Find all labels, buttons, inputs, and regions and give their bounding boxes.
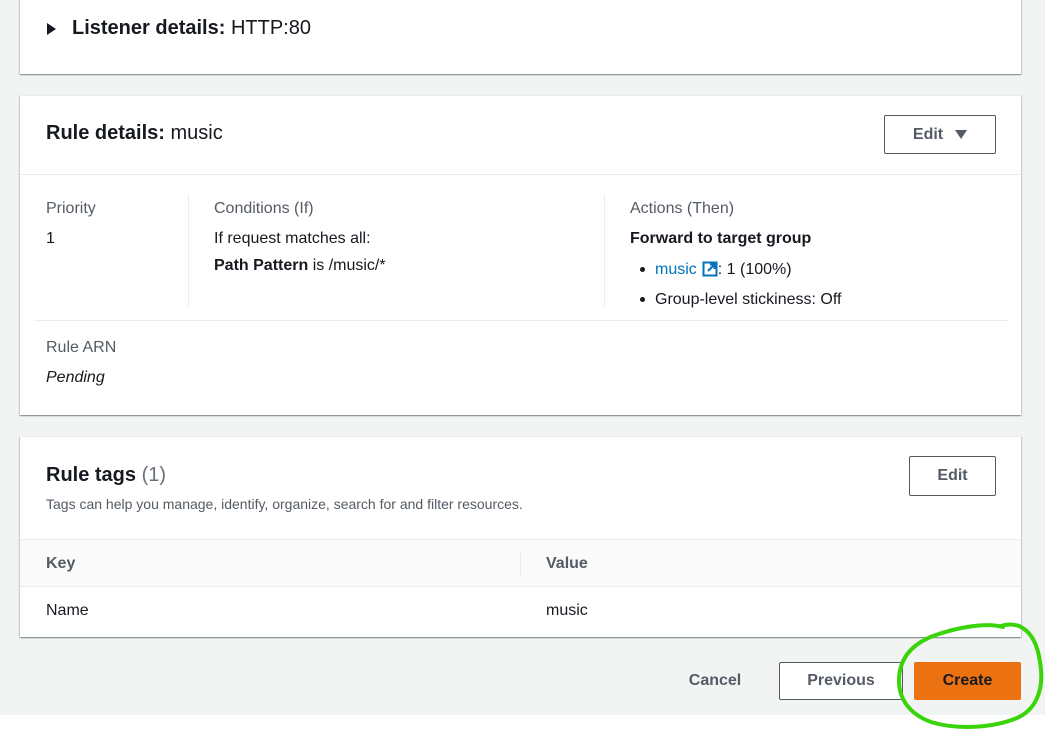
listener-details-label: Listener details:: [72, 17, 226, 39]
column-divider: [188, 194, 189, 306]
tag-key: Name: [46, 602, 89, 619]
listener-details-toggle[interactable]: Listener details: HTTP:80: [47, 17, 311, 40]
caret-down-icon: [955, 130, 968, 139]
tags-description: Tags can help you manage, identify, orga…: [46, 496, 523, 512]
rule-details-title: Rule details: music: [46, 122, 223, 145]
rule-edit-label: Edit: [912, 125, 944, 143]
target-weight: : 1 (100%): [717, 261, 792, 278]
list-item: music : 1 (100%): [630, 256, 841, 286]
rule-details-panel: Rule details: music Edit Priority 1 Cond…: [20, 95, 1021, 415]
conditions-label: Conditions (If): [214, 200, 314, 217]
external-link-icon[interactable]: [702, 259, 718, 286]
actions-list: music : 1 (100%) Group-level stickiness: …: [630, 256, 841, 313]
condition-key: Path Pattern: [214, 257, 309, 274]
rule-arn-value: Pending: [46, 369, 105, 386]
tag-value: music: [546, 602, 588, 619]
listener-details-panel: Listener details: HTTP:80: [20, 0, 1021, 74]
header-divider: [20, 174, 1021, 175]
column-header-value: Value: [546, 555, 588, 572]
rule-edit-dropdown-button[interactable]: Edit: [884, 115, 996, 154]
cancel-button[interactable]: Cancel: [672, 662, 758, 700]
rule-tags-label: Rule tags: [46, 464, 137, 486]
actions-title: Forward to target group: [630, 230, 812, 247]
priority-label: Priority: [46, 200, 96, 217]
rule-arn-label: Rule ARN: [46, 339, 117, 356]
rule-details-label: Rule details:: [46, 122, 165, 144]
condition-value: is /music/*: [312, 257, 386, 274]
column-divider: [604, 194, 605, 306]
column-separator: [520, 551, 521, 575]
priority-value: 1: [46, 230, 55, 247]
rule-tags-title: Rule tags (1): [46, 464, 166, 487]
target-group-link[interactable]: music: [655, 261, 697, 278]
list-item: Group-level stickiness: Off: [630, 286, 841, 313]
rule-tags-panel: Rule tags (1) Edit Tags can help you man…: [20, 436, 1021, 637]
section-divider: [34, 320, 1009, 321]
column-header-key: Key: [46, 555, 76, 572]
stickiness-text: Group-level stickiness: Off: [655, 291, 842, 308]
tags-edit-button[interactable]: Edit: [909, 456, 996, 496]
condition-path-pattern: Path Pattern is /music/*: [214, 257, 386, 275]
rule-tags-count: (1): [141, 464, 167, 486]
create-button[interactable]: Create: [914, 662, 1021, 700]
actions-label: Actions (Then): [630, 200, 735, 217]
listener-details-value: HTTP:80: [230, 17, 311, 39]
rule-name: music: [170, 122, 223, 144]
conditions-intro: If request matches all:: [214, 230, 371, 247]
previous-button[interactable]: Previous: [779, 662, 903, 700]
tags-edit-label: Edit: [937, 467, 968, 484]
tags-table-header: Key Value: [20, 539, 1021, 587]
caret-right-icon: [47, 22, 56, 35]
